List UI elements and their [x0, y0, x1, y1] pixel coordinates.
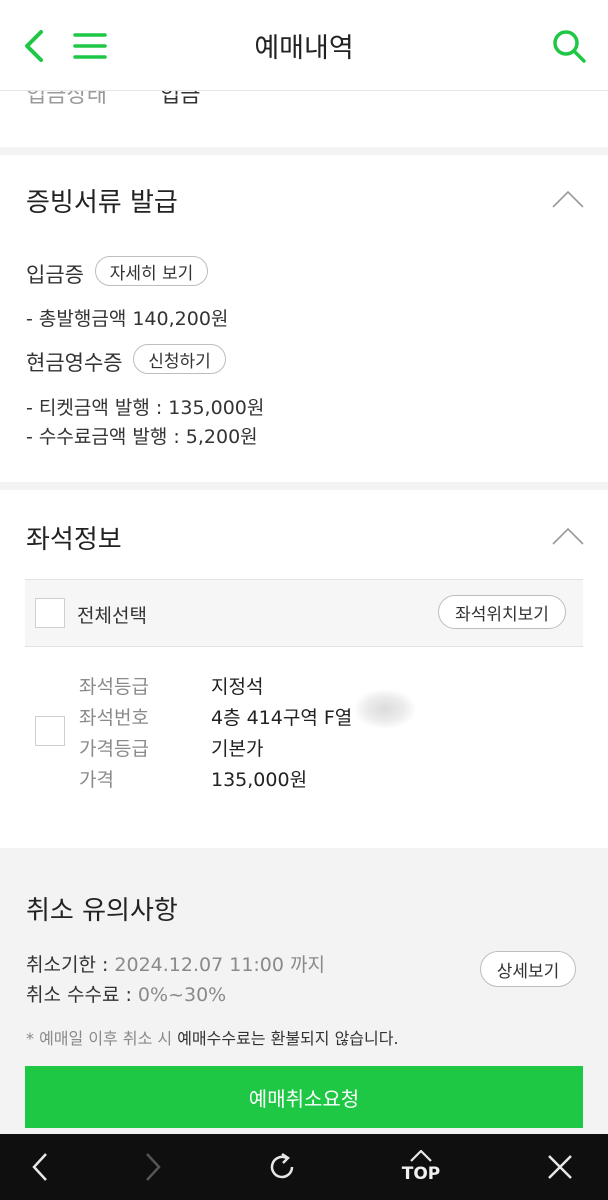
deposit-receipt-label: 입금증: [26, 263, 84, 287]
search-icon: [553, 30, 586, 63]
seat-section: 좌석정보 전체선택 좌석위치보기 좌석등급 지정석 좌석번호 4층 414구역 …: [0, 490, 608, 848]
cancel-deadline-value: 2024.12.07 11:00 까지: [114, 954, 325, 976]
chevron-up-icon: [410, 1150, 432, 1162]
seat-location-button[interactable]: 좌석위치보기: [438, 595, 566, 629]
forward-arrow-icon: [146, 1153, 161, 1181]
browser-back-button[interactable]: [10, 1134, 70, 1200]
refresh-button[interactable]: [252, 1134, 312, 1200]
close-icon: [548, 1155, 572, 1179]
chevron-up-icon[interactable]: [552, 190, 584, 208]
cancel-notice-strong: 예매수수료는 환불되지 않습니다.: [177, 1029, 399, 1048]
search-button[interactable]: [545, 22, 593, 70]
cancel-deadline-row: 취소기한 : 2024.12.07 11:00 까지: [26, 950, 325, 977]
app-header: 예매내역: [0, 0, 608, 91]
deposit-receipt-detail-button[interactable]: 자세히 보기: [95, 256, 208, 286]
deposit-status-value: 입금: [160, 91, 201, 108]
price-grade-label: 가격등급: [79, 738, 149, 760]
fee-amount-text: - 수수료금액 발행 : 5,200원: [26, 426, 258, 448]
price-value: 135,000원: [211, 769, 308, 791]
certificate-section-title: 증빙서류 발급: [26, 188, 178, 218]
blurred-seat-number: [355, 690, 415, 728]
seat-grade-value: 지정석: [211, 676, 264, 698]
cancel-request-button[interactable]: 예매취소요청: [25, 1066, 583, 1128]
seat-section-title: 좌석정보: [26, 525, 122, 555]
cancel-fee-value: 0%~30%: [137, 984, 227, 1006]
total-amount-text: - 총발행금액 140,200원: [26, 308, 229, 330]
seat-number-value: 4층 414구역 F열: [211, 707, 353, 729]
seat-grade-label: 좌석등급: [79, 676, 149, 698]
chevron-up-icon[interactable]: [552, 527, 584, 545]
deposit-status-label: 입금상태: [26, 91, 107, 108]
seat-number-label: 좌석번호: [79, 707, 149, 729]
select-all-bar: 전체선택 좌석위치보기: [25, 579, 583, 647]
cancel-notice-title: 취소 유의사항: [26, 896, 178, 926]
price-label: 가격: [79, 769, 114, 791]
cancel-notice-text: * 예매일 이후 취소 시 예매수수료는 환불되지 않습니다.: [26, 1025, 399, 1049]
cancel-fee-row: 취소 수수료 : 0%~30%: [26, 980, 226, 1007]
cancel-fee-label: 취소 수수료 :: [26, 984, 138, 1006]
refresh-icon: [270, 1152, 294, 1179]
seat-checkbox[interactable]: [35, 716, 65, 746]
back-arrow-icon: [32, 1153, 47, 1181]
cash-receipt-apply-button[interactable]: 신청하기: [133, 344, 226, 374]
cancel-detail-button[interactable]: 상세보기: [480, 951, 576, 987]
ticket-amount-text: - 티켓금액 발행 : 135,000원: [26, 397, 265, 419]
deposit-status-row: 입금상태 입금: [0, 91, 608, 147]
cash-receipt-label: 현금영수증: [26, 351, 123, 375]
cancel-notice-prefix: * 예매일 이후 취소 시: [26, 1029, 178, 1048]
close-button[interactable]: [530, 1134, 590, 1200]
price-grade-value: 기본가: [211, 738, 264, 760]
top-label: TOP: [401, 1164, 441, 1184]
cancel-deadline-label: 취소기한 :: [26, 954, 115, 976]
certificate-section: 증빙서류 발급 입금증 자세히 보기 - 총발행금액 140,200원 현금영수…: [0, 155, 608, 482]
scroll-top-button[interactable]: TOP: [391, 1134, 451, 1200]
select-all-label: 전체선택: [77, 605, 147, 627]
browser-forward-button[interactable]: [123, 1134, 183, 1200]
page-title: 예매내역: [254, 33, 354, 64]
select-all-checkbox[interactable]: [35, 598, 65, 628]
bottom-navigation-bar: TOP: [0, 1134, 608, 1200]
